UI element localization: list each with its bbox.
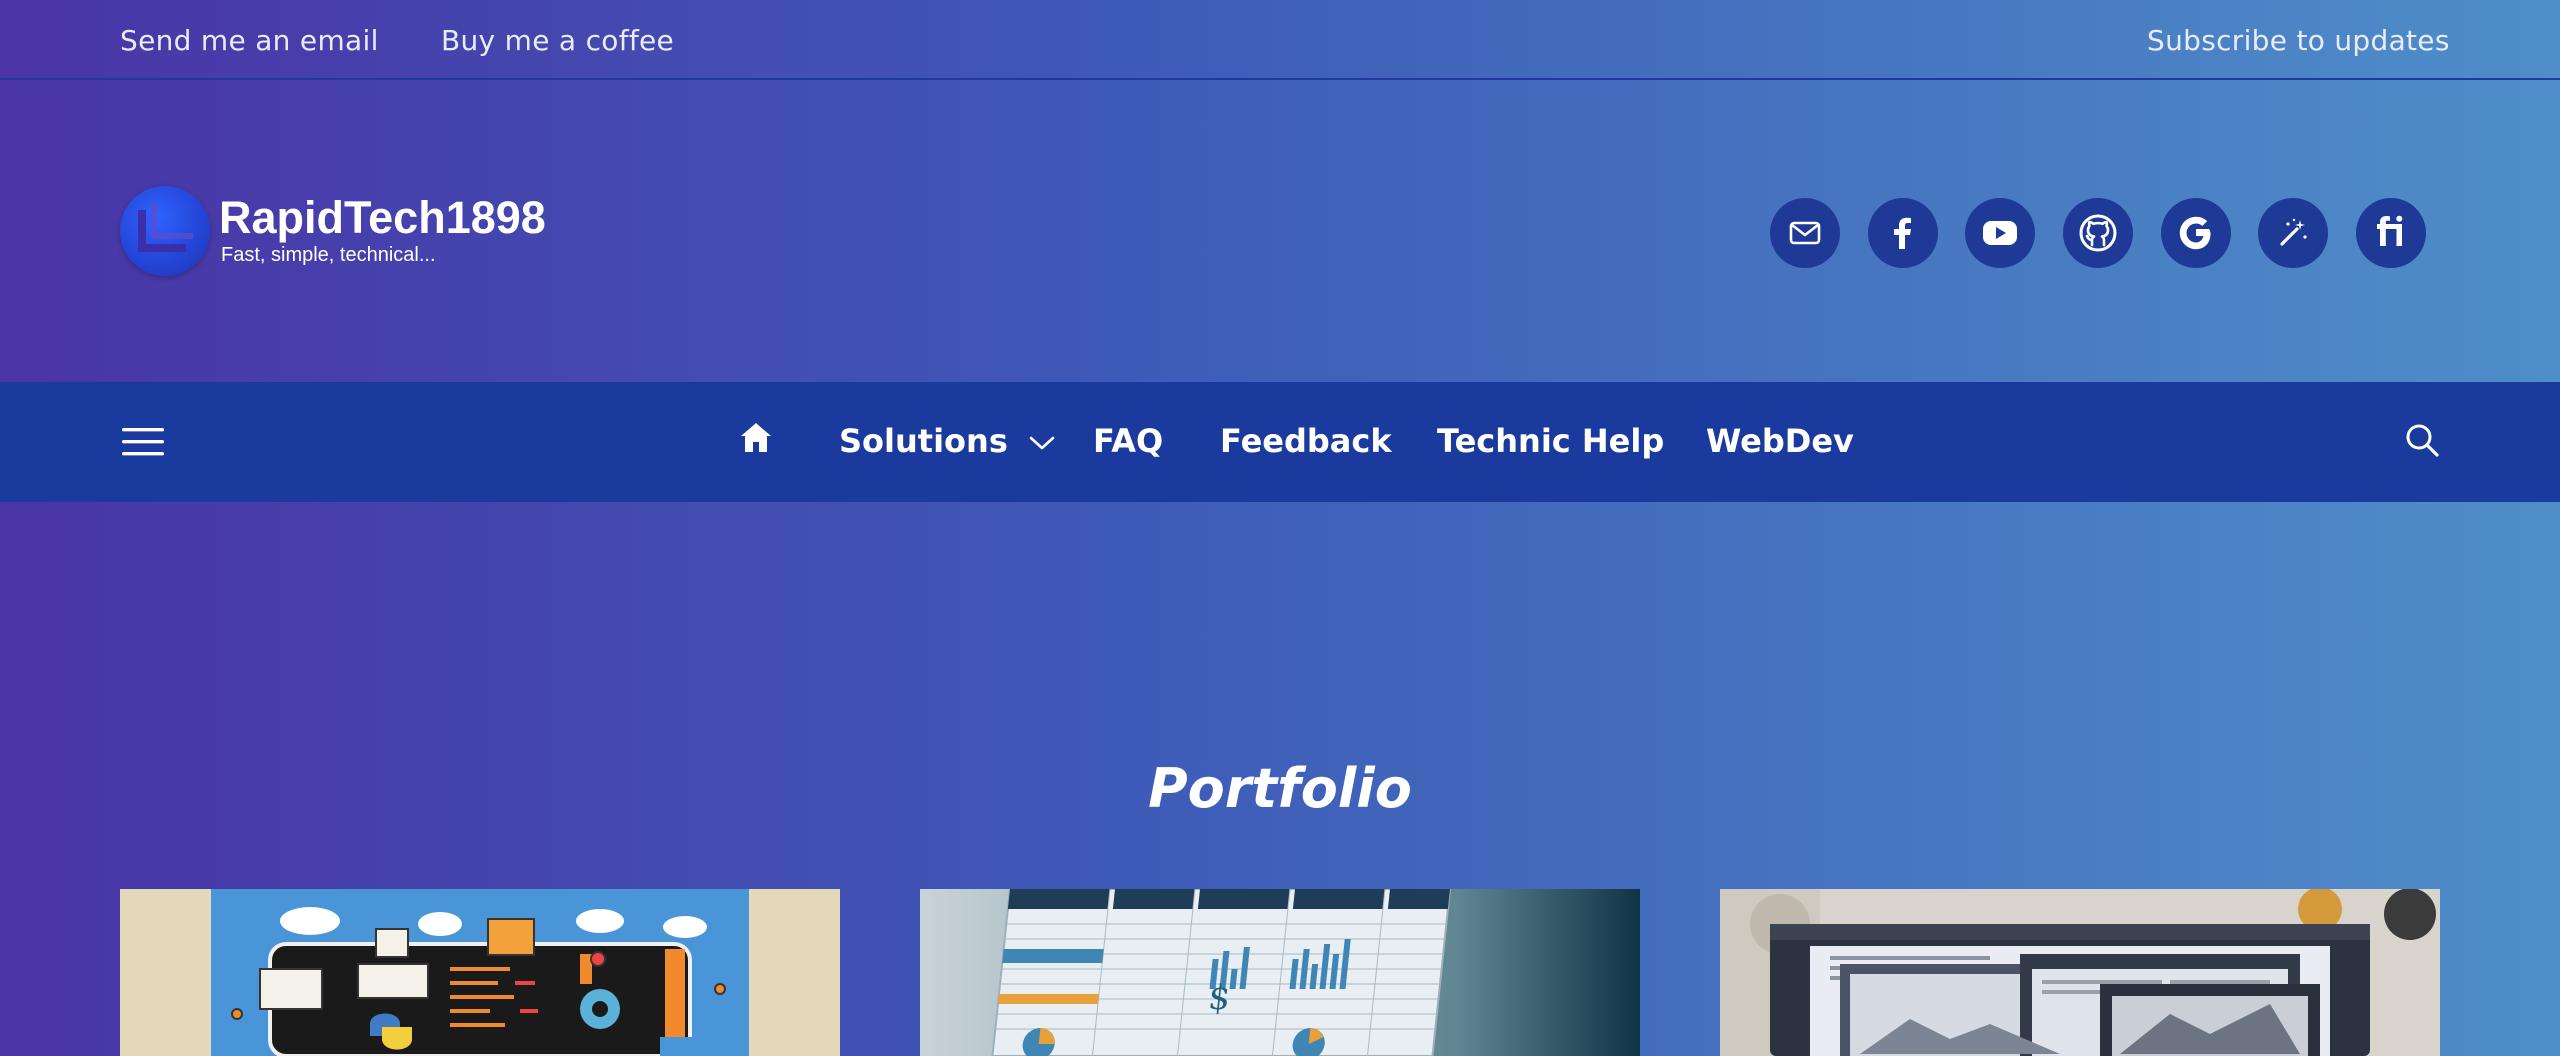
browser-windows-image: [1720, 889, 2440, 1056]
facebook-social-button[interactable]: [1868, 198, 1938, 268]
spreadsheet-dashboard-image: $: [920, 889, 1640, 1056]
send-email-link[interactable]: Send me an email: [120, 24, 379, 57]
nav-item-label: Solutions: [839, 422, 1008, 460]
facebook-icon: [1894, 217, 1911, 249]
site-title[interactable]: RapidTech1898: [219, 192, 546, 244]
magic-social-button[interactable]: [2258, 198, 2328, 268]
search-icon[interactable]: [2404, 422, 2440, 458]
google-social-button[interactable]: [2161, 198, 2231, 268]
nav-item-solutions[interactable]: Solutions: [839, 422, 1055, 460]
buy-coffee-link[interactable]: Buy me a coffee: [441, 24, 674, 57]
google-icon: [2179, 216, 2211, 250]
youtube-social-button[interactable]: [1965, 198, 2035, 268]
nav-item-feedback[interactable]: Feedback: [1220, 422, 1392, 460]
top-bar: Send me an email Buy me a coffee Subscri…: [0, 0, 2560, 80]
chevron-down-icon: [1029, 436, 1055, 450]
fiverr-social-button[interactable]: [2356, 198, 2426, 268]
portfolio-card-image-2[interactable]: $: [920, 889, 1640, 1056]
youtube-icon: [1983, 221, 2017, 245]
logo-mark-icon: [138, 203, 193, 252]
email-social-button[interactable]: [1770, 198, 1840, 268]
github-icon: [2079, 214, 2117, 252]
hamburger-menu-icon[interactable]: [122, 426, 164, 458]
coding-illustration-image: [120, 889, 840, 1056]
site-tagline: Fast, simple, technical...: [221, 244, 436, 266]
nav-item-webdev[interactable]: WebDev: [1706, 422, 1854, 460]
svg-text:$: $: [1206, 978, 1232, 1018]
nav-item-technic-help[interactable]: Technic Help: [1437, 422, 1664, 460]
portfolio-card-image-1[interactable]: [120, 889, 840, 1056]
subscribe-link[interactable]: Subscribe to updates: [2147, 24, 2450, 57]
main-navigation: Solutions FAQ Feedback Technic Help WebD…: [0, 382, 2560, 502]
site-logo[interactable]: [120, 186, 210, 276]
fiverr-icon: [2377, 215, 2403, 246]
portfolio-card-image-3[interactable]: [1720, 889, 2440, 1056]
nav-item-faq[interactable]: FAQ: [1093, 422, 1163, 460]
section-title: Portfolio: [1148, 757, 1412, 820]
email-icon: [1789, 221, 1821, 245]
magic-wand-icon: [2280, 218, 2307, 246]
github-social-button[interactable]: [2063, 198, 2133, 268]
home-icon[interactable]: [738, 420, 774, 456]
